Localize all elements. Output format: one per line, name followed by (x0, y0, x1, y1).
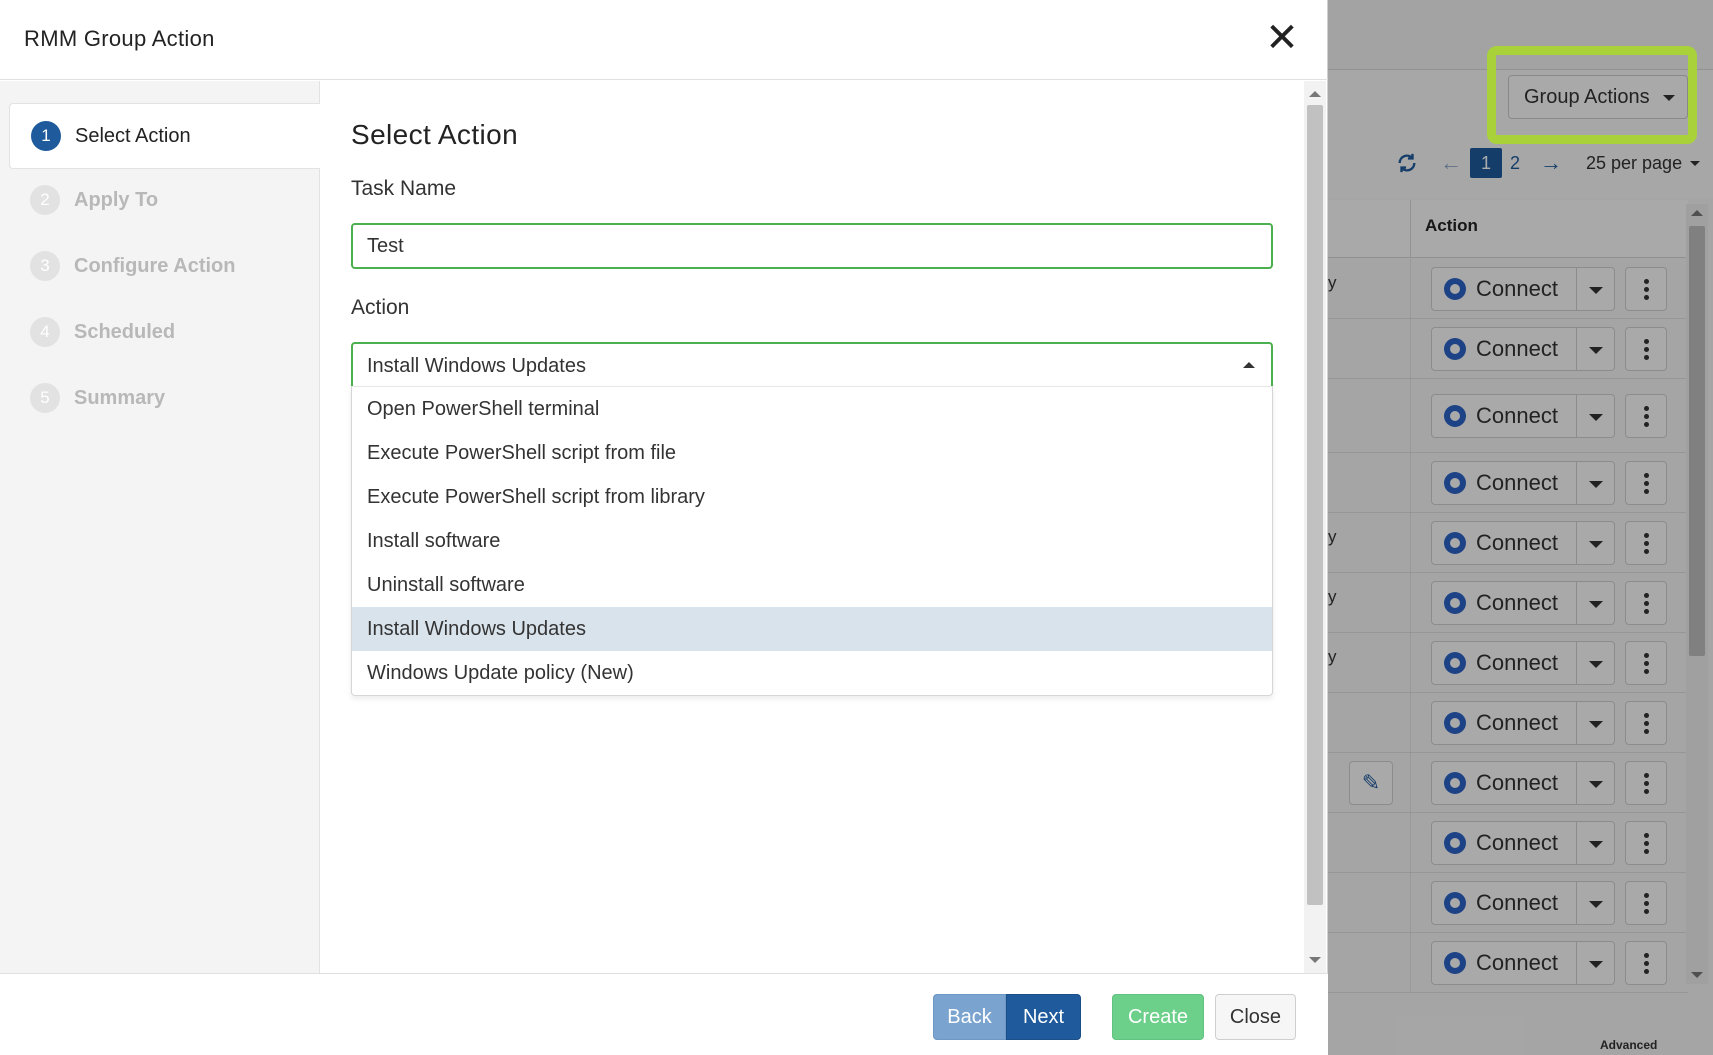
close-button[interactable]: Close (1215, 994, 1296, 1040)
step-number-badge: 1 (31, 121, 61, 151)
back-button[interactable]: Back (933, 994, 1006, 1040)
wizard-step-2[interactable]: 2 Apply To (9, 167, 320, 233)
action-option[interactable]: Open PowerShell terminal (352, 387, 1272, 431)
step-label: Summary (74, 386, 166, 409)
wizard-step-1[interactable]: 1 Select Action (9, 103, 320, 169)
task-name-label: Task Name (351, 177, 457, 200)
step-number-badge: 3 (30, 251, 60, 281)
wizard-step-3[interactable]: 3 Configure Action (9, 233, 320, 299)
step-number-badge: 2 (30, 185, 60, 215)
action-options-list: Open PowerShell terminal Execute PowerShe… (351, 386, 1273, 696)
action-option[interactable]: Windows Update policy (New) (352, 651, 1272, 695)
action-option[interactable]: Execute PowerShell script from file (352, 431, 1272, 475)
step-number-badge: 4 (30, 317, 60, 347)
step-label: Apply To (74, 188, 159, 211)
step-label: Select Action (75, 124, 191, 147)
dialog-title: RMM Group Action (24, 26, 215, 51)
next-button[interactable]: Next (1006, 994, 1081, 1040)
rmm-group-action-dialog: RMM Group Action ✕ 1 Select Action 2 Apply … (0, 0, 1328, 1055)
action-option[interactable]: Install software (352, 519, 1272, 563)
annotation-highlight (1487, 46, 1697, 144)
step-number-badge: 5 (30, 383, 60, 413)
step-label: Configure Action (74, 254, 236, 277)
step-label: Scheduled (74, 320, 176, 343)
scrollbar-thumb[interactable] (1307, 105, 1323, 905)
wizard-step-5[interactable]: 5 Summary (9, 365, 320, 431)
action-option[interactable]: Install Windows Updates (352, 607, 1272, 651)
chevron-up-icon (1243, 362, 1255, 368)
action-option[interactable]: Uninstall software (352, 563, 1272, 607)
scroll-down-icon[interactable] (1309, 957, 1321, 963)
action-label: Action (351, 296, 410, 319)
action-select[interactable]: Install Windows Updates (351, 342, 1273, 388)
section-title: Select Action (351, 119, 519, 150)
create-button[interactable]: Create (1112, 994, 1204, 1040)
close-icon[interactable]: ✕ (1264, 18, 1300, 58)
action-option[interactable]: Execute PowerShell script from library (352, 475, 1272, 519)
wizard-content: Select Action Task Name Action Install W… (321, 81, 1304, 973)
scroll-up-icon[interactable] (1309, 91, 1321, 97)
wizard-step-4[interactable]: 4 Scheduled (9, 299, 320, 365)
dialog-scrollbar[interactable] (1304, 81, 1326, 973)
dialog-footer: Back Next Create Close (0, 973, 1328, 1055)
action-selected-value: Install Windows Updates (367, 354, 586, 377)
dialog-header: RMM Group Action ✕ (0, 0, 1328, 80)
task-name-input[interactable] (351, 223, 1273, 269)
wizard-steps: 1 Select Action 2 Apply To 3 Configure Action… (0, 81, 320, 973)
